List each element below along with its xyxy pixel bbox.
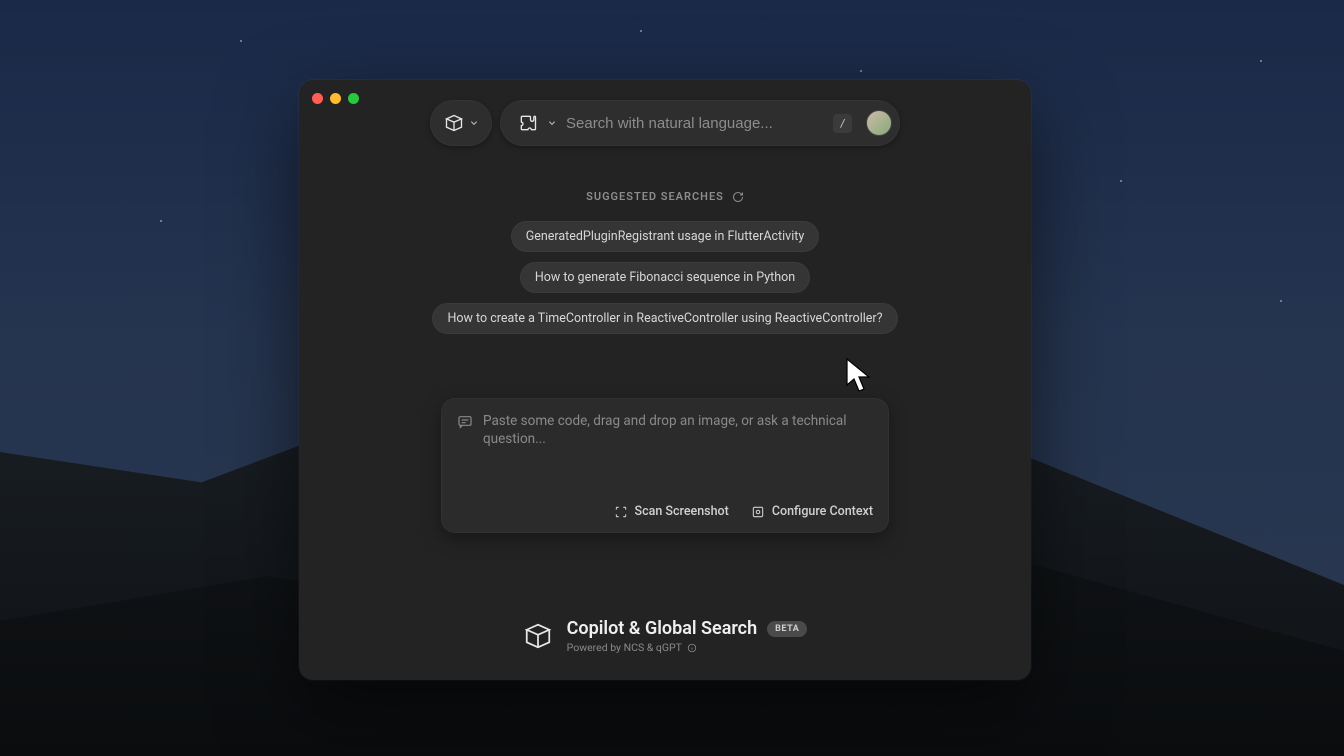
chevron-down-icon (470, 119, 478, 127)
puzzle-icon (518, 113, 538, 133)
app-window: / SUGGESTED SEARCHES GeneratedPluginRegi… (299, 80, 1031, 680)
search-shortcut-hint: / (833, 114, 852, 133)
search-bar[interactable]: / (500, 100, 900, 146)
configure-context-label: Configure Context (772, 504, 873, 519)
beta-badge: BETA (767, 621, 807, 637)
footer-title: Copilot & Global Search (567, 618, 757, 639)
minimize-window-button[interactable] (330, 93, 341, 104)
avatar[interactable] (866, 110, 892, 136)
window-controls (312, 93, 359, 104)
settings-icon (751, 505, 765, 519)
scan-screenshot-button[interactable]: Scan Screenshot (614, 504, 729, 519)
maximize-window-button[interactable] (348, 93, 359, 104)
chevron-down-icon (548, 119, 556, 127)
scan-screenshot-label: Scan Screenshot (635, 504, 729, 519)
footer-subtitle: Powered by NCS & qGPT (567, 641, 682, 654)
suggested-search-chip[interactable]: How to generate Fibonacci sequence in Py… (520, 262, 810, 293)
product-logo-icon (523, 621, 553, 651)
info-icon[interactable] (687, 643, 697, 653)
suggested-searches-label: SUGGESTED SEARCHES (586, 190, 724, 203)
suggested-search-chip[interactable]: GeneratedPluginRegistrant usage in Flutt… (511, 221, 820, 252)
composer-input[interactable] (483, 412, 873, 448)
workspace-dropdown[interactable] (430, 100, 492, 146)
composer: Scan Screenshot Configure Context (441, 398, 889, 533)
configure-context-button[interactable]: Configure Context (751, 504, 873, 519)
search-input[interactable] (566, 115, 823, 132)
close-window-button[interactable] (312, 93, 323, 104)
suggested-search-chip[interactable]: How to create a TimeController in Reacti… (432, 303, 897, 334)
box-icon (444, 113, 464, 133)
chat-icon (457, 414, 473, 430)
refresh-icon[interactable] (732, 191, 744, 203)
suggested-searches-header: SUGGESTED SEARCHES (299, 190, 1031, 203)
scan-icon (614, 505, 628, 519)
